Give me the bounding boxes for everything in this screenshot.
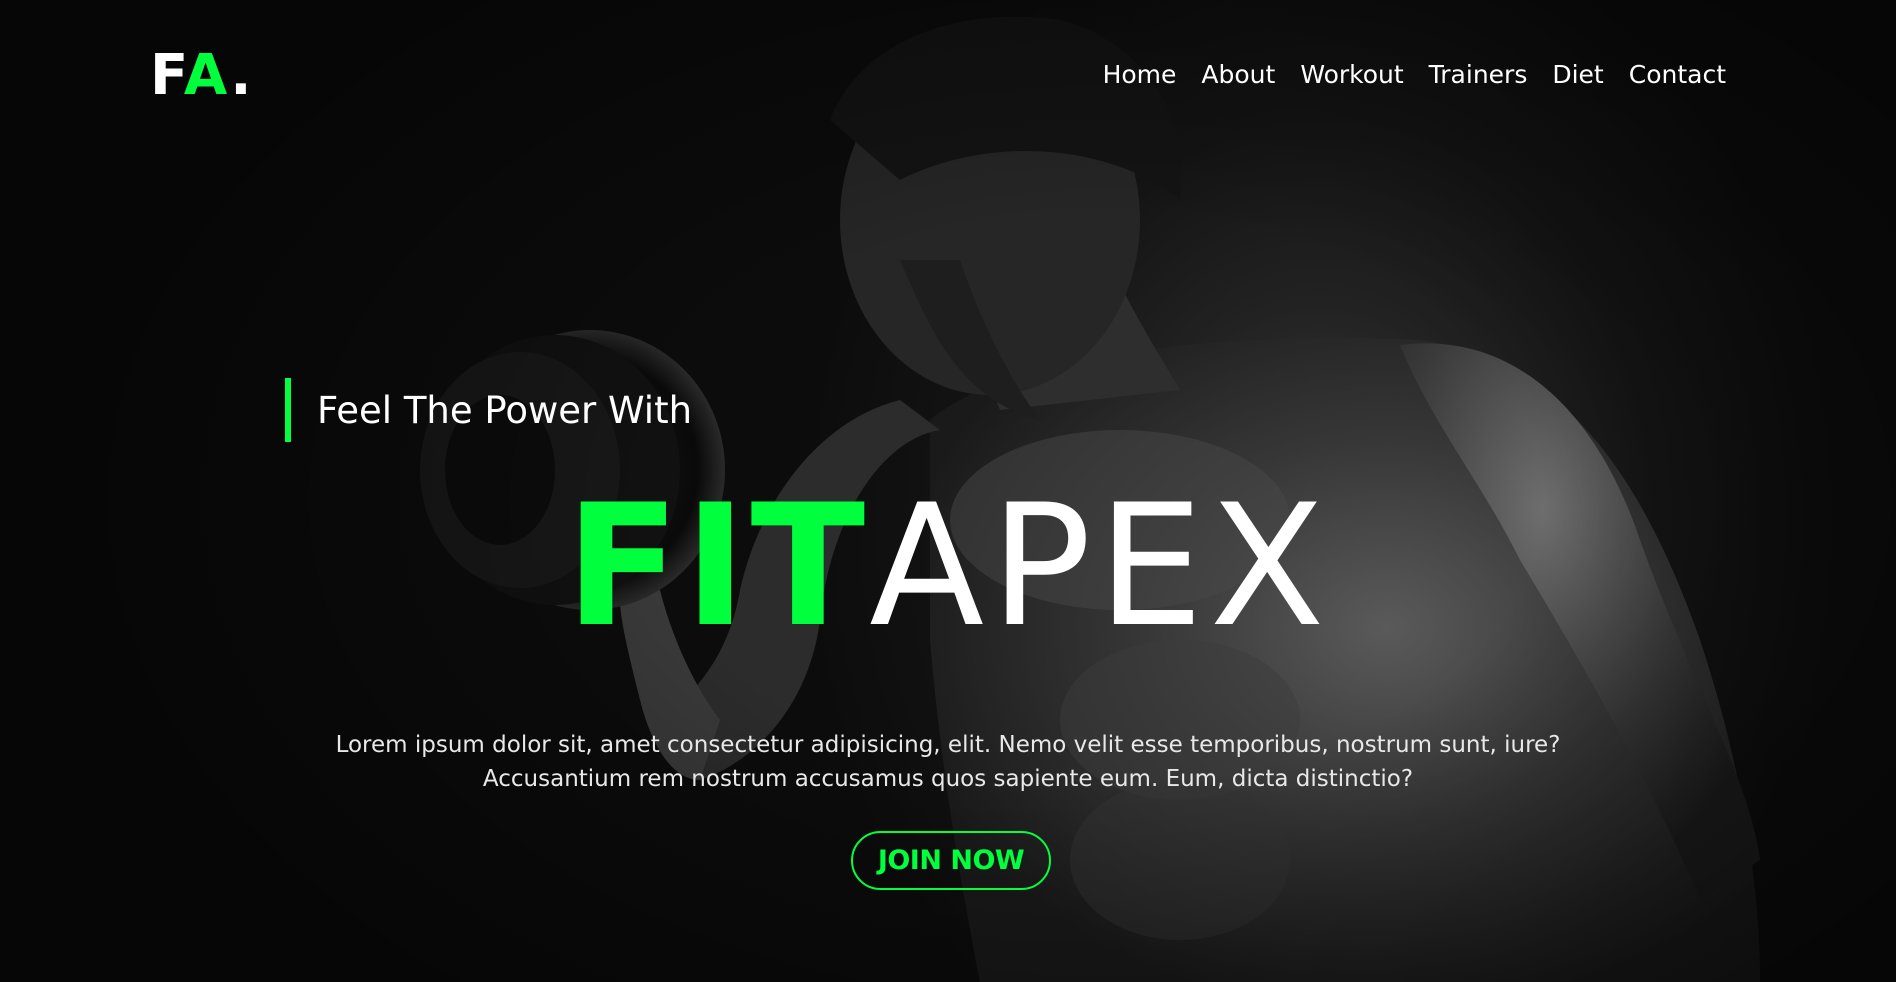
nav-link-home[interactable]: Home — [1103, 60, 1177, 89]
hero-section: FA. Home About Workout Trainers Diet Con… — [0, 0, 1896, 982]
join-now-button[interactable]: JOIN NOW — [851, 831, 1051, 890]
hero-tagline-text: Feel The Power With — [317, 388, 693, 432]
brand-logo[interactable]: FA. — [150, 48, 254, 104]
main-nav: Home About Workout Trainers Diet Contact — [1103, 60, 1726, 89]
logo-letter-a: A — [183, 43, 231, 108]
headline-apex: APEX — [869, 468, 1331, 664]
hero-description-line1: Lorem ipsum dolor sit, amet consectetur … — [335, 732, 1561, 758]
nav-link-contact[interactable]: Contact — [1629, 60, 1726, 89]
hero-description: Lorem ipsum dolor sit, amet consectetur … — [0, 728, 1896, 796]
logo-dot: . — [230, 43, 254, 108]
hero-tagline: Feel The Power With — [285, 378, 692, 442]
nav-link-trainers[interactable]: Trainers — [1429, 60, 1528, 89]
headline-fit: FIT — [565, 468, 870, 664]
hero-description-line2: Accusantium rem nostrum accusamus quos s… — [482, 766, 1414, 792]
nav-link-diet[interactable]: Diet — [1552, 60, 1603, 89]
nav-link-workout[interactable]: Workout — [1300, 60, 1403, 89]
nav-link-about[interactable]: About — [1201, 60, 1275, 89]
logo-letter-f: F — [150, 43, 184, 108]
hero-headline: FITAPEX — [0, 482, 1896, 650]
